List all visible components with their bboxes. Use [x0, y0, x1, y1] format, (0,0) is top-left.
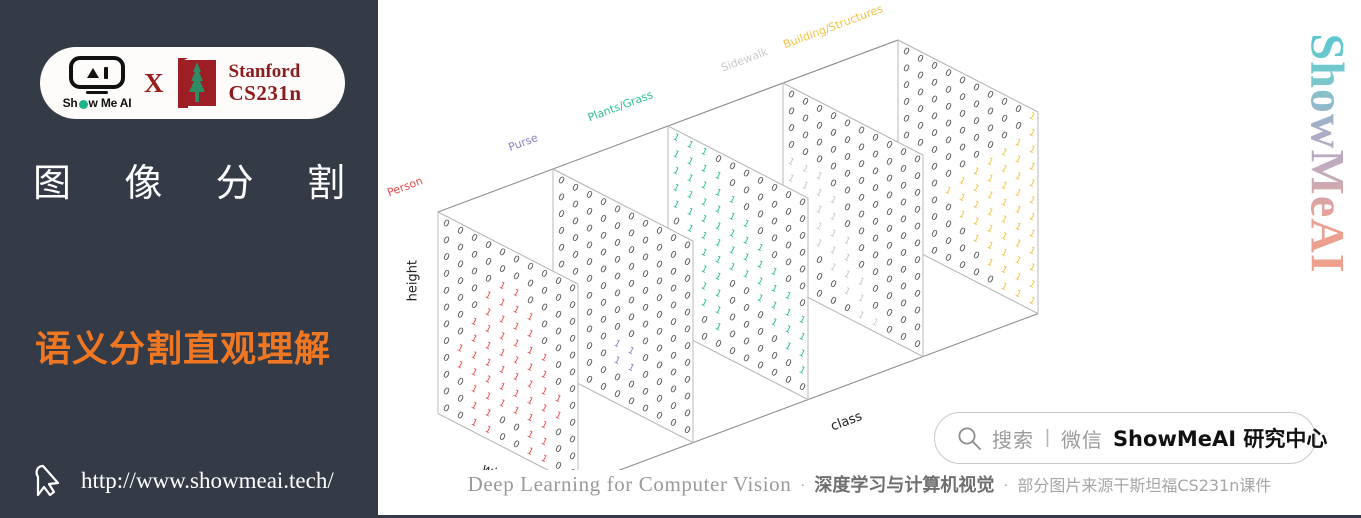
search-placeholder: 搜索 [992, 427, 1034, 452]
caption-source: 部分图片来源干斯坦福CS231n课件 [1017, 476, 1272, 495]
class-slice-person: 0000000000000000000000001100000001111000… [385, 174, 579, 470]
showmeai-mark-stand [86, 91, 108, 94]
axis-label-class: class [829, 409, 865, 434]
cursor-arrow-icon [34, 462, 68, 500]
slice-label: Plants/Grass [586, 88, 655, 124]
search-icon [957, 426, 982, 451]
content-panel: 0000000001000000000100000000110000000111… [378, 0, 1361, 518]
wechat-search-bar[interactable]: 搜索 | 微信 ShowMeAI 研究中心 [934, 412, 1327, 464]
brand-logo-pill: Sh w Me AI X Stanford CS231n [40, 47, 345, 119]
stanford-course-label: Stanford CS231n [229, 61, 302, 106]
slice-label: Building/Structures [782, 2, 885, 51]
footer-caption: Deep Learning for Computer Vision · 深度学习… [378, 471, 1361, 497]
page-title: 图 像 分 割 [33, 152, 345, 207]
page-subtitle: 语义分割直观理解 [35, 329, 332, 370]
search-separator: | [1045, 427, 1050, 448]
stanford-line2: CS231n [228, 80, 302, 105]
slice-label: Sidewalk [719, 45, 770, 75]
caption-chinese: 深度学习与计算机视觉 [814, 475, 995, 496]
caption-dot-2: · [1003, 475, 1009, 493]
axis-label-width: width [479, 461, 518, 470]
stanford-tree-logo-icon [174, 56, 220, 110]
caption-dot-1: · [800, 475, 806, 493]
showmeai-wordmark: Sh w Me AI [62, 96, 132, 110]
axis-label-height: height [406, 260, 421, 301]
poster-root: Sh w Me AI X Stanford CS231n 图 像 分 割 语义分… [0, 0, 1361, 518]
showmeai-mark-icon [69, 56, 125, 89]
showmeai-logo: Sh w Me AI [54, 56, 140, 110]
cross-label: X [144, 67, 164, 98]
sidebar: Sh w Me AI X Stanford CS231n 图 像 分 割 语义分… [0, 0, 378, 518]
site-url-text: http://www.showmeai.tech/ [81, 468, 334, 493]
site-url-block[interactable]: http://www.showmeai.tech/ [34, 462, 334, 500]
search-channel: 微信 [1060, 427, 1103, 452]
search-account-name: ShowMeAI 研究中心 [1112, 427, 1328, 451]
title-char-3: 分 [215, 161, 254, 205]
caption-english: Deep Learning for Computer Vision [467, 471, 792, 496]
title-char-1: 图 [33, 161, 72, 205]
stanford-line1: Stanford [228, 60, 301, 82]
segmentation-volume-figure: 0000000001000000000100000000110000000111… [378, 0, 1361, 470]
showmeai-dot-icon [78, 99, 88, 109]
slice-label: Purse [507, 131, 540, 154]
slice-label: Person [385, 174, 424, 199]
title-char-2: 像 [124, 161, 163, 205]
title-char-4: 割 [306, 161, 345, 205]
figure-svg: 0000000001000000000100000000110000000111… [385, 2, 1039, 470]
